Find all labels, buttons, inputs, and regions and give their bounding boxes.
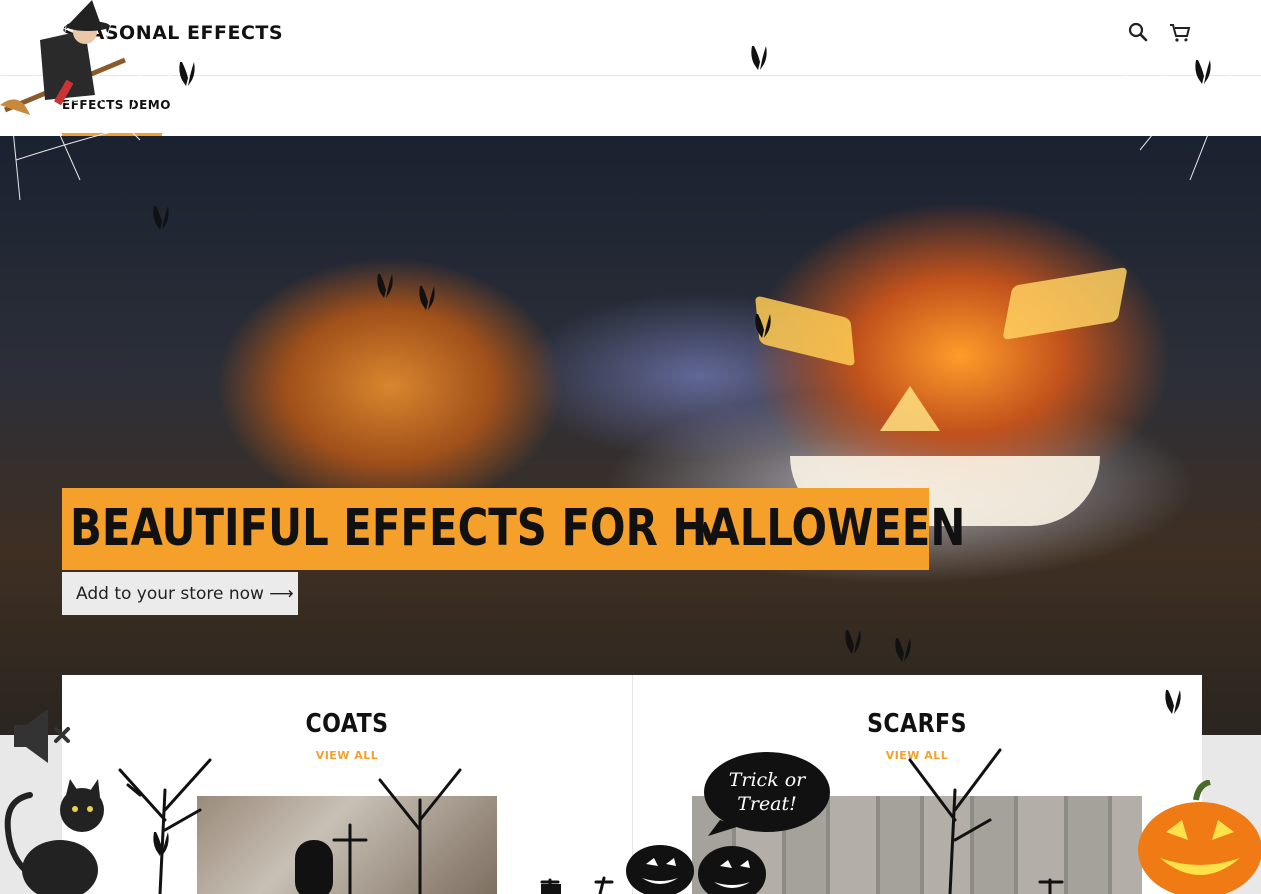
bat-icon xyxy=(377,274,393,298)
bat-icon xyxy=(895,638,911,662)
hero-banner: BEAUTIFUL EFFECTS FOR HALLOWEEN Add to y… xyxy=(0,136,1261,735)
bat-icon xyxy=(845,630,861,654)
spider-web-icon xyxy=(1080,0,1261,180)
jack-o-lantern-right-eye xyxy=(1002,266,1128,341)
bat-icon xyxy=(755,314,771,338)
bat-icon xyxy=(153,206,169,230)
hero-title-box: BEAUTIFUL EFFECTS FOR HALLOWEEN xyxy=(62,488,965,570)
bat-icon xyxy=(1195,60,1211,84)
trick-or-treat-text: Trick or Treat! xyxy=(728,769,806,815)
bat-icon xyxy=(703,522,719,546)
witch-icon xyxy=(0,0,126,115)
bat-icon xyxy=(419,286,435,310)
jack-o-lantern-nose xyxy=(880,386,940,431)
bat-icon xyxy=(751,46,767,70)
pumpkin-icon xyxy=(1138,780,1261,894)
hero-title: BEAUTIFUL EFFECTS FOR HALLOWEEN xyxy=(70,499,966,558)
add-to-store-button[interactable]: Add to your store now ⟶ xyxy=(62,572,298,615)
bat-icon xyxy=(153,832,169,856)
bat-icon xyxy=(1165,690,1181,714)
cat-icon xyxy=(4,779,104,894)
pumpkin-icon xyxy=(626,845,766,894)
bat-icon xyxy=(179,62,195,86)
